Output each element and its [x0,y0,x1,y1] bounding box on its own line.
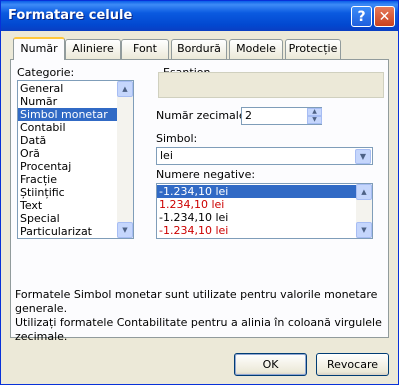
tab-label: Modele [236,42,276,55]
negative-format-item[interactable]: -1.234,10 lei [157,211,372,224]
cancel-button[interactable]: Revocare [316,353,389,376]
category-item[interactable]: Număr [18,95,133,108]
category-item[interactable]: Oră [18,147,133,160]
category-item[interactable]: Dată [18,134,133,147]
tab-label: Bordură [177,42,221,55]
symbol-value: lei [160,149,173,162]
category-item[interactable]: Contabil [18,121,133,134]
negative-format-item[interactable]: -1.234,10 lei [157,185,372,198]
category-item[interactable]: Particularizat [18,225,133,238]
format-cells-dialog: Formatare celule ? ✕ Număr Aliniere Font… [0,0,399,385]
chevron-down-icon[interactable]: ▼ [355,149,371,164]
negative-numbers-list[interactable]: -1.234,10 lei 1.234,10 lei -1.234,10 lei -1… [156,183,373,239]
scroll-down-icon[interactable]: ▼ [356,222,372,238]
negative-format-item[interactable]: -1.234,10 lei [157,224,372,237]
scroll-down-icon[interactable]: ▼ [117,222,133,238]
tab-modele[interactable]: Modele [229,39,283,59]
tab-panel-numar: Categorie: General Număr Simbol monetar Con… [10,59,389,343]
spin-up-icon[interactable]: ▲ [307,108,322,116]
help-button[interactable]: ? [351,6,372,27]
negative-scrollbar[interactable]: ▲ ▼ [356,184,372,238]
tab-label: Număr [20,42,58,55]
tab-bordura[interactable]: Bordură [171,39,227,59]
tab-label: Aliniere [72,42,114,55]
category-item[interactable]: Procentaj [18,160,133,173]
category-list[interactable]: General Număr Simbol monetar Contabil Dată Or… [17,80,134,239]
negative-format-item[interactable]: 1.234,10 lei [157,198,372,211]
ok-button[interactable]: OK [234,353,307,376]
category-item[interactable]: General [18,82,133,95]
category-label: Categorie: [17,66,75,79]
sample-preview [158,72,384,98]
tab-label: Protecție [288,42,338,55]
tab-aliniere[interactable]: Aliniere [65,39,121,59]
scroll-up-icon[interactable]: ▲ [117,81,133,97]
category-item[interactable]: Fracție [18,173,133,186]
title-bar[interactable]: Formatare celule ? ✕ [1,1,398,31]
close-button[interactable]: ✕ [374,6,395,27]
decimals-label: Număr zecimale: [156,109,250,122]
tab-numar[interactable]: Număr [13,37,65,60]
close-icon: ✕ [378,8,391,25]
symbol-dropdown[interactable]: lei ▼ [156,147,373,165]
category-item[interactable]: Simbol monetar [18,108,133,121]
spin-down-icon[interactable]: ▼ [307,116,322,124]
description-line: Formatele Simbol monetar sunt utilizate … [15,288,378,315]
category-scrollbar[interactable]: ▲ ▼ [117,81,133,238]
tab-font[interactable]: Font [121,39,169,59]
scroll-up-icon[interactable]: ▲ [356,184,372,200]
window-title: Formatare celule [8,8,133,23]
category-item[interactable]: Special [18,212,133,225]
category-item[interactable]: Text [18,199,133,212]
tab-label: Font [133,42,157,55]
negative-label: Numere negative: [156,168,256,181]
symbol-label: Simbol: [156,132,198,145]
format-description: Formatele Simbol monetar sunt utilizate … [15,288,387,344]
category-item[interactable]: Științific [18,186,133,199]
tab-protectie[interactable]: Protecție [285,39,341,59]
description-line: Utilizați formatele Contabilitate pentru… [15,316,382,343]
help-icon: ? [357,8,366,25]
